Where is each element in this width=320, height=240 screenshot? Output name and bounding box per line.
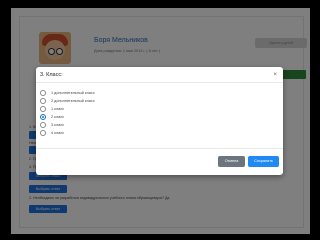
option-label: 4 класс bbox=[51, 131, 64, 135]
radio-button[interactable] bbox=[40, 106, 46, 112]
dialog-footer-divider bbox=[36, 148, 283, 149]
save-button[interactable]: Сохранить bbox=[248, 156, 279, 167]
radio-button[interactable] bbox=[40, 98, 46, 104]
close-icon[interactable]: × bbox=[273, 71, 277, 78]
option-label: 1 класс bbox=[51, 107, 64, 111]
class-option-1[interactable]: 1 класс bbox=[40, 105, 64, 113]
radio-button-checked[interactable] bbox=[40, 114, 46, 120]
option-label: 2 класс bbox=[51, 115, 64, 119]
dialog-header-divider bbox=[36, 82, 283, 83]
class-option-2[interactable]: 2 класс bbox=[40, 113, 64, 121]
option-label: 2 дополнительный класс bbox=[51, 99, 95, 103]
cancel-button[interactable]: Отмена bbox=[218, 156, 245, 167]
class-option-1-dop[interactable]: 1 дополнительный класс bbox=[40, 89, 95, 97]
dialog-title: 3. Класс: bbox=[40, 72, 63, 78]
option-label: 3 класс bbox=[51, 123, 64, 127]
radio-button[interactable] bbox=[40, 130, 46, 136]
radio-button[interactable] bbox=[40, 122, 46, 128]
class-option-2-dop[interactable]: 2 дополнительный класс bbox=[40, 97, 95, 105]
class-select-dialog: 3. Класс: × 1 дополнительный класс 2 доп… bbox=[36, 67, 283, 175]
radio-button[interactable] bbox=[40, 90, 46, 96]
class-option-4[interactable]: 4 класс bbox=[40, 129, 64, 137]
option-label: 1 дополнительный класс bbox=[51, 91, 95, 95]
class-option-3[interactable]: 3 класс bbox=[40, 121, 64, 129]
